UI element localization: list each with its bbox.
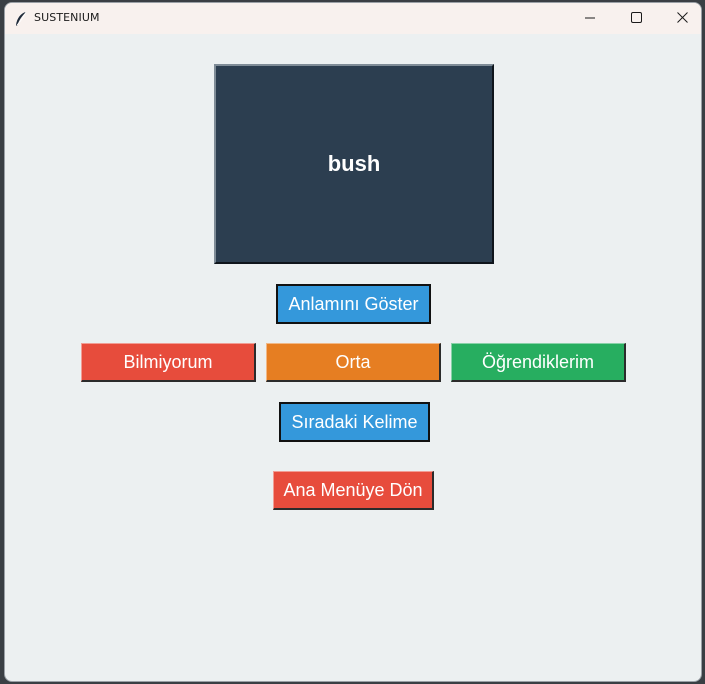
show-meaning-button[interactable]: Anlamını Göster [276, 284, 431, 324]
app-window: SUSTENIUM bush Anlamını Göster Bilmiyoru… [4, 2, 702, 682]
learned-button[interactable]: Öğrendiklerim [451, 343, 626, 382]
minimize-icon [585, 10, 595, 28]
minimize-button[interactable] [567, 3, 613, 34]
close-button[interactable] [659, 3, 701, 34]
title-bar[interactable]: SUSTENIUM [5, 3, 701, 34]
word-card: bush [214, 64, 494, 264]
dont-know-button[interactable]: Bilmiyorum [81, 343, 256, 382]
window-title: SUSTENIUM [34, 11, 100, 24]
medium-button[interactable]: Orta [266, 343, 441, 382]
feather-icon [14, 11, 28, 27]
word-label: bush [327, 151, 381, 176]
close-icon [676, 10, 688, 28]
maximize-button[interactable] [613, 3, 659, 34]
main-menu-button[interactable]: Ana Menüye Dön [273, 471, 434, 510]
maximize-icon [630, 10, 642, 28]
next-word-button[interactable]: Sıradaki Kelime [279, 402, 430, 442]
